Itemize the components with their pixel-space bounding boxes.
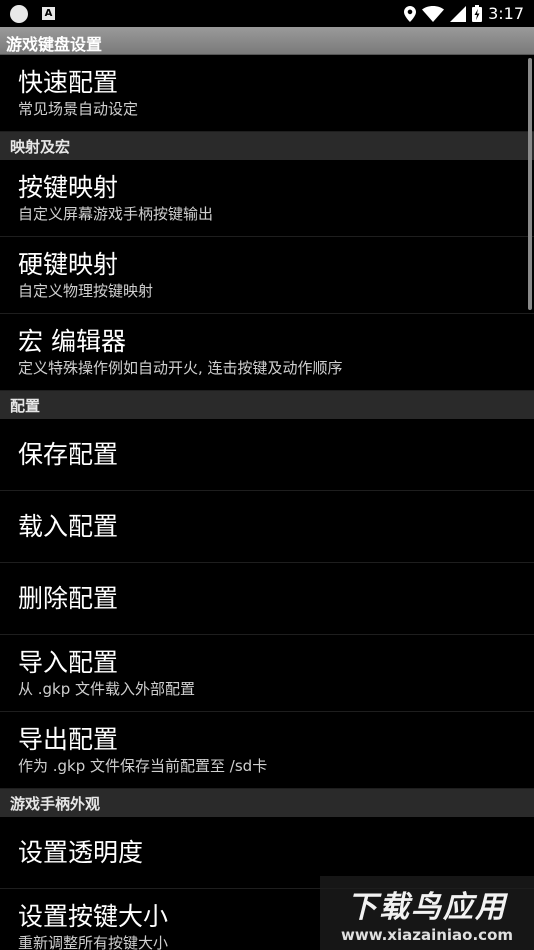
item-title: 删除配置 bbox=[18, 583, 119, 613]
clock: 3:17 bbox=[488, 4, 524, 23]
section-header-appearance: 游戏手柄外观 bbox=[0, 789, 534, 817]
item-title: 保存配置 bbox=[18, 439, 119, 469]
wifi-icon bbox=[422, 5, 445, 22]
item-delete-config[interactable]: 删除配置 bbox=[0, 563, 534, 635]
item-subtitle: 从 .gkp 文件载入外部配置 bbox=[18, 680, 196, 698]
item-title: 硬键映射 bbox=[18, 250, 119, 279]
location-icon bbox=[404, 5, 417, 22]
android-app-icon bbox=[10, 4, 28, 23]
item-macro-editor[interactable]: 宏 编辑器 定义特殊操作例如自动开火, 连击按键及动作顺序 bbox=[0, 314, 534, 391]
item-subtitle: 自定义物理按键映射 bbox=[18, 282, 154, 300]
item-title: 按键映射 bbox=[18, 173, 119, 202]
section-header-mapping: 映射及宏 bbox=[0, 132, 534, 160]
item-subtitle: 作为 .gkp 文件保存当前配置至 /sd卡 bbox=[18, 757, 268, 775]
item-import-config[interactable]: 导入配置 从 .gkp 文件载入外部配置 bbox=[0, 635, 534, 712]
item-load-config[interactable]: 载入配置 bbox=[0, 491, 534, 563]
status-bar: A 3:17 bbox=[0, 0, 534, 27]
item-subtitle: 自定义屏幕游戏手柄按键输出 bbox=[18, 205, 214, 223]
item-title: 设置透明度 bbox=[18, 837, 144, 867]
item-title: 导入配置 bbox=[18, 648, 119, 677]
item-hardkey-mapping[interactable]: 硬键映射 自定义物理按键映射 bbox=[0, 237, 534, 314]
item-subtitle: 常见场景自动设定 bbox=[18, 100, 139, 118]
settings-list: 快速配置 常见场景自动设定 映射及宏 按键映射 自定义屏幕游戏手柄按键输出 硬键… bbox=[0, 55, 534, 950]
item-title: 宏 编辑器 bbox=[18, 327, 126, 356]
item-title: 载入配置 bbox=[18, 511, 119, 541]
item-quick-config[interactable]: 快速配置 常见场景自动设定 bbox=[0, 55, 534, 132]
signal-icon bbox=[450, 5, 467, 22]
scrollbar[interactable] bbox=[528, 58, 532, 310]
watermark-title: 下载鸟应用 bbox=[347, 890, 507, 925]
item-export-config[interactable]: 导出配置 作为 .gkp 文件保存当前配置至 /sd卡 bbox=[0, 712, 534, 789]
notification-a-icon: A bbox=[42, 7, 55, 20]
battery-icon bbox=[472, 5, 483, 22]
item-title: 快速配置 bbox=[18, 68, 119, 97]
item-save-config[interactable]: 保存配置 bbox=[0, 419, 534, 491]
page-title: 游戏键盘设置 bbox=[0, 27, 534, 55]
item-title: 导出配置 bbox=[18, 725, 119, 754]
section-header-config: 配置 bbox=[0, 391, 534, 419]
watermark: 下载鸟应用 www.xiazainiao.com bbox=[320, 876, 534, 950]
watermark-url: www.xiazainiao.com bbox=[340, 926, 514, 944]
item-subtitle: 定义特殊操作例如自动开火, 连击按键及动作顺序 bbox=[18, 359, 343, 377]
item-key-mapping[interactable]: 按键映射 自定义屏幕游戏手柄按键输出 bbox=[0, 160, 534, 237]
